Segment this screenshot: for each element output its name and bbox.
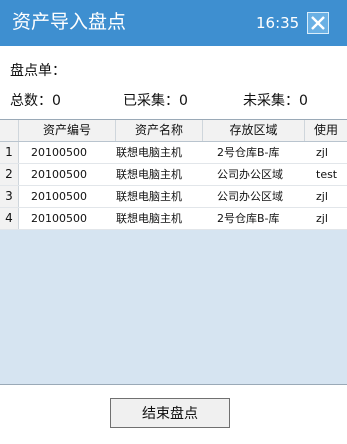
column-header-asset-no[interactable]: 资产编号 [19, 120, 116, 141]
grid-header: 资产编号 资产名称 存放区域 使用 [0, 120, 347, 142]
asset-no-cell: 20100500 [31, 190, 87, 203]
location-cell: 公司办公区域 [217, 190, 283, 203]
finish-inventory-button[interactable]: 结束盘点 [110, 398, 230, 428]
asset-name-cell: 联想电脑主机 [116, 212, 182, 225]
total-label: 总数： [10, 93, 52, 109]
column-header-user[interactable]: 使用 [305, 120, 347, 141]
row-index: 3 [0, 186, 19, 207]
asset-name-cell: 联想电脑主机 [116, 168, 182, 181]
uncollected-stat: 未采集：0 [243, 90, 308, 112]
table-row[interactable]: 4 20100500 联想电脑主机 2号仓库B-库 zjl [0, 208, 347, 230]
asset-no-cell: 20100500 [31, 212, 87, 225]
clock-time: 16:35 [256, 14, 300, 32]
asset-name-cell: 联想电脑主机 [116, 146, 182, 159]
stats-row: 总数：0 已采集：0 未采集：0 [0, 90, 347, 112]
asset-no-cell: 20100500 [31, 168, 87, 181]
total-value: 0 [52, 93, 61, 109]
window-title: 资产导入盘点 [12, 11, 127, 33]
user-cell: zjl [316, 190, 328, 203]
grid-body: 1 20100500 联想电脑主机 2号仓库B-库 zjl 2 20100500… [0, 142, 347, 230]
column-header-asset-name[interactable]: 资产名称 [116, 120, 203, 141]
user-cell: zjl [316, 146, 328, 159]
order-label: 盘点单： [10, 63, 66, 79]
collected-stat: 已采集：0 [123, 90, 188, 112]
asset-grid[interactable]: 资产编号 资产名称 存放区域 使用 1 20100500 联想电脑主机 2号仓库… [0, 119, 347, 385]
close-icon [311, 16, 325, 30]
collected-value: 0 [179, 93, 188, 109]
row-index: 1 [0, 142, 19, 163]
column-header-index[interactable] [0, 120, 19, 141]
title-bar: 资产导入盘点 16:35 [0, 0, 347, 46]
user-cell: test [316, 168, 338, 181]
location-cell: 2号仓库B-库 [217, 146, 280, 159]
uncollected-value: 0 [299, 93, 308, 109]
location-cell: 2号仓库B-库 [217, 212, 280, 225]
close-button[interactable] [307, 12, 329, 34]
order-row: 盘点单： [10, 61, 66, 81]
user-cell: zjl [316, 212, 328, 225]
row-index: 4 [0, 208, 19, 229]
location-cell: 公司办公区域 [217, 168, 283, 181]
row-index: 2 [0, 164, 19, 185]
column-header-location[interactable]: 存放区域 [203, 120, 305, 141]
asset-no-cell: 20100500 [31, 146, 87, 159]
table-row[interactable]: 3 20100500 联想电脑主机 公司办公区域 zjl [0, 186, 347, 208]
table-row[interactable]: 2 20100500 联想电脑主机 公司办公区域 test [0, 164, 347, 186]
collected-label: 已采集： [123, 93, 179, 109]
asset-name-cell: 联想电脑主机 [116, 190, 182, 203]
uncollected-label: 未采集： [243, 93, 299, 109]
total-stat: 总数：0 [10, 90, 61, 112]
table-row[interactable]: 1 20100500 联想电脑主机 2号仓库B-库 zjl [0, 142, 347, 164]
